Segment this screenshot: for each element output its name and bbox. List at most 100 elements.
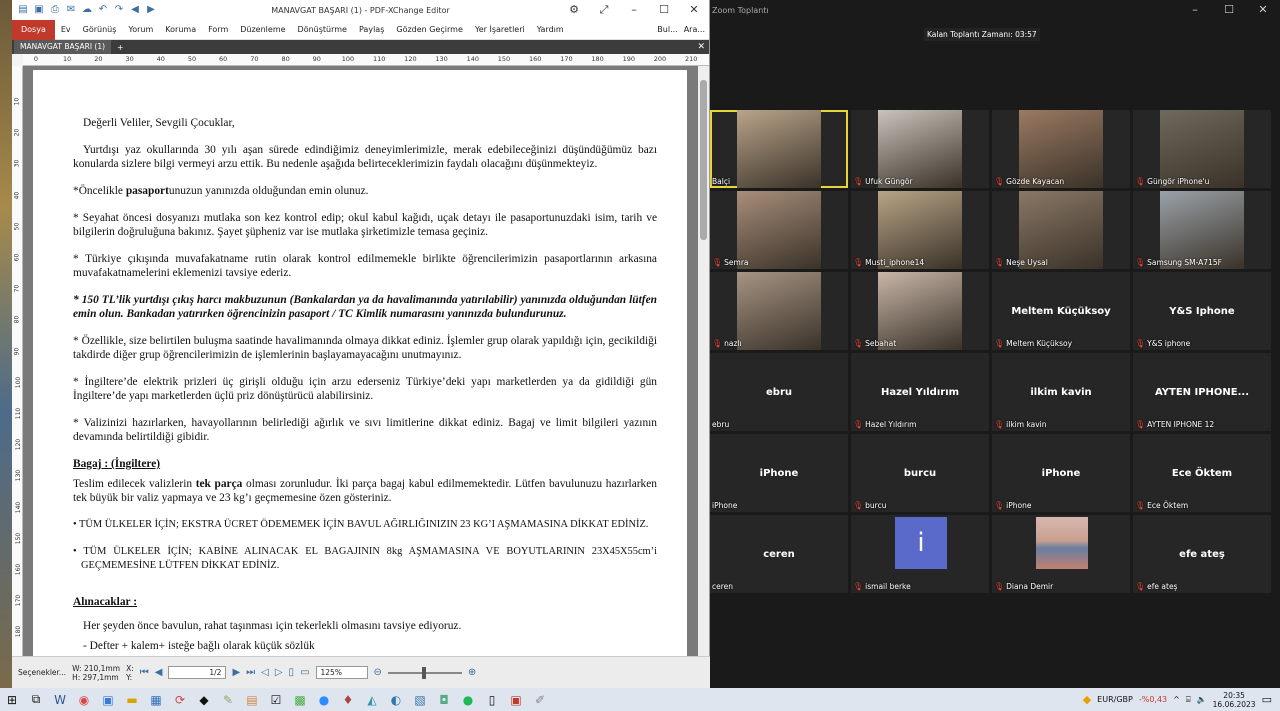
next-page-icon[interactable]: ▶ [232,667,240,678]
participant-tile[interactable]: Y&S Iphone 🎙 Y&S iphone [1133,272,1271,350]
spotify-icon[interactable]: ● [456,688,480,711]
app-icon-3[interactable]: ✎ [216,688,240,711]
tray-chevron-icon[interactable]: ^ [1173,695,1180,704]
menu-gorunus[interactable]: Görünüş [77,20,123,40]
participant-tile[interactable]: efe ateş 🎙 efe ateş [1133,515,1271,593]
network-icon[interactable]: ⌸ [1186,695,1191,705]
app-icon-2[interactable]: ◆ [192,688,216,711]
menu-paylas[interactable]: Paylaş [353,20,390,40]
participant-tile[interactable]: 🎙 Samsung SM-A715F [1133,191,1271,269]
new-tab-icon[interactable]: + [117,43,123,52]
app-icon-9[interactable]: ◐ [384,688,408,711]
undo-icon[interactable]: ↶ [96,3,110,17]
settings-icon[interactable]: ⚙ [559,0,589,20]
app-icon-12[interactable]: ✐ [528,688,552,711]
single-page-icon[interactable]: ▯ [289,667,295,678]
close-tab-icon[interactable]: ✕ [697,42,705,52]
prev-page-icon[interactable]: ◀ [155,667,163,678]
options-button[interactable]: Seçenekler... [18,668,66,677]
participant-tile[interactable]: Hazel Yıldırım 🎙 Hazel Yıldırım [851,353,989,431]
forward-icon[interactable]: ▶ [144,3,158,17]
participant-tile[interactable]: iPhone iPhone [710,434,848,512]
menu-form[interactable]: Form [202,20,234,40]
participant-tile[interactable]: 🎙 nazlı [710,272,848,350]
pdf-xchange-icon[interactable]: ▣ [504,688,528,711]
chrome-icon[interactable]: ◉ [72,688,96,711]
email-icon[interactable]: ✉ [64,3,78,17]
participant-tile[interactable]: 🎙 Semra [710,191,848,269]
word-icon[interactable]: W [48,688,72,711]
participant-tile[interactable]: AYTEN IPHONE... 🎙 AYTEN IPHONE 12 [1133,353,1271,431]
participant-tile[interactable]: 🎙 Sebahat [851,272,989,350]
app-icon-10[interactable]: ▧ [408,688,432,711]
participant-tile[interactable]: ceren ceren [710,515,848,593]
minimize-button[interactable]: – [619,0,649,20]
open-folder-icon[interactable]: ▤ [16,3,30,17]
task-view-icon[interactable]: ⧉ [24,688,48,711]
first-page-icon[interactable]: ⏮ [140,667,149,678]
menu-ev[interactable]: Ev [55,20,77,40]
participant-tile[interactable]: ilkim kavin 🎙 ilkim kavin [992,353,1130,431]
participant-tile[interactable]: Ece Öktem 🎙 Ece Öktem [1133,434,1271,512]
participant-tile[interactable]: Balçi [710,110,848,188]
cloud-icon[interactable]: ☁ [80,3,94,17]
menu-duzenleme[interactable]: Düzenleme [234,20,291,40]
participant-tile[interactable]: burcu 🎙 burcu [851,434,989,512]
menu-donusturme[interactable]: Dönüştürme [292,20,353,40]
zoom-out-icon[interactable]: ⊖ [374,667,382,678]
scrollbar-thumb[interactable] [700,80,707,240]
redo-icon[interactable]: ↷ [112,3,126,17]
zoom-in-icon[interactable]: ⊕ [468,667,476,678]
clock[interactable]: 20:35 16.06.2023 [1213,691,1256,709]
back-view-icon[interactable]: ◁ [261,667,269,678]
print-icon[interactable]: ⎙ [48,3,62,17]
participant-tile[interactable]: 🎙 Ufuk Güngör [851,110,989,188]
participant-tile[interactable]: ebru ebru [710,353,848,431]
menu-yer-isaretleri[interactable]: Yer İşaretleri [469,20,531,40]
menu-yorum[interactable]: Yorum [122,20,159,40]
participant-tile[interactable]: 🎙 Gözde Kayacan [992,110,1130,188]
currency-pair[interactable]: EUR/GBP [1097,695,1133,704]
app-icon-5[interactable]: ☑ [264,688,288,711]
app-icon-8[interactable]: ◭ [360,688,384,711]
calculator-icon[interactable]: ▦ [144,688,168,711]
participant-tile[interactable]: iPhone 🎙 iPhone [992,434,1130,512]
close-button[interactable]: ✕ [679,0,709,20]
zoom-minimize-button[interactable]: – [1178,0,1212,20]
mouse-icon[interactable]: ▯ [480,688,504,711]
zoom-select[interactable]: 125% [315,666,368,679]
app-icon-1[interactable]: ⟳ [168,688,192,711]
participant-tile[interactable]: 🎙 Musti_iphone14 [851,191,989,269]
last-page-icon[interactable]: ⏭ [246,667,255,678]
page-number-input[interactable]: 1/2 [168,666,227,679]
menu-yardim[interactable]: Yardım [531,20,570,40]
menu-gozden-gecirme[interactable]: Gözden Geçirme [390,20,469,40]
document-tab[interactable]: MANAVGAT BAŞARI (1) [14,40,112,54]
outlook-icon[interactable]: ▣ [96,688,120,711]
notifications-icon[interactable]: ▭ [1262,693,1272,706]
app-icon-7[interactable]: ♦ [336,688,360,711]
participant-tile[interactable]: i 🎙 ismail berke [851,515,989,593]
back-icon[interactable]: ◀ [128,3,142,17]
start-icon[interactable]: ⊞ [0,688,24,711]
participant-tile[interactable]: 🎙 Güngör iPhone'u [1133,110,1271,188]
participant-tile[interactable]: 🎙 Diana Demir [992,515,1130,593]
volume-icon[interactable]: 🔈 [1197,695,1207,704]
zoom-slider[interactable] [387,666,462,679]
forward-view-icon[interactable]: ▷ [275,667,283,678]
document-view[interactable]: Değerli Veliler, Sevgili Çocuklar, Yurtd… [23,66,699,656]
zoom-app-icon[interactable]: ● [312,688,336,711]
menu-koruma[interactable]: Koruma [159,20,202,40]
menu-dosya[interactable]: Dosya [12,19,55,40]
save-icon[interactable]: ▣ [32,3,46,17]
participant-tile[interactable]: 🎙 Neşe Uysal [992,191,1130,269]
app-icon-6[interactable]: ▩ [288,688,312,711]
continuous-page-icon[interactable]: ▭ [300,667,309,678]
app-icon-11[interactable]: ◘ [432,688,456,711]
maximize-button[interactable]: ☐ [649,0,679,20]
participant-tile[interactable]: Meltem Küçüksoy 🎙 Meltem Küçüksoy [992,272,1130,350]
find-button[interactable]: Bul... [657,25,677,34]
app-icon-4[interactable]: ▤ [240,688,264,711]
zoom-maximize-button[interactable]: ☐ [1212,0,1246,20]
zoom-close-button[interactable]: ✕ [1246,0,1280,20]
